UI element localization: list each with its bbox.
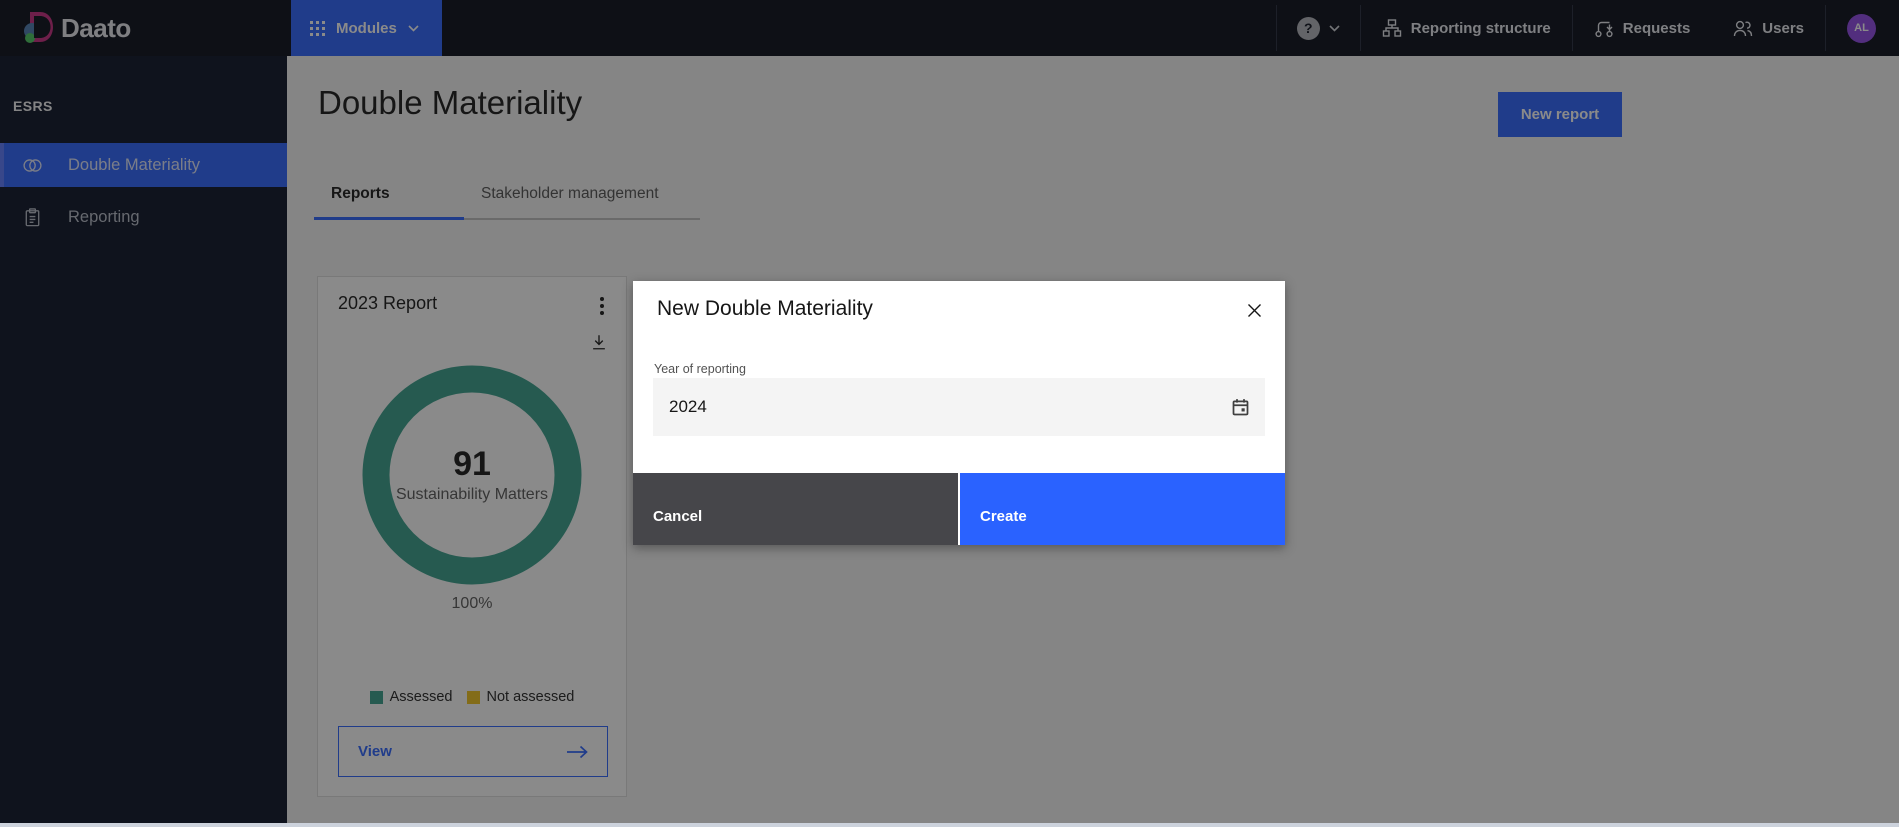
create-button[interactable]: Create: [960, 473, 1285, 545]
modal-footer: Cancel Create: [633, 473, 1285, 545]
close-icon[interactable]: [1237, 293, 1271, 327]
cancel-button[interactable]: Cancel: [633, 473, 958, 545]
year-of-reporting-input[interactable]: [653, 397, 1216, 417]
modal-title: New Double Materiality: [657, 297, 873, 320]
new-double-materiality-modal: New Double Materiality Year of reporting…: [633, 281, 1285, 545]
year-of-reporting-label: Year of reporting: [654, 362, 746, 376]
year-input-wrap: [653, 378, 1265, 436]
calendar-icon[interactable]: [1216, 396, 1265, 418]
horizontal-scrollbar-track[interactable]: [0, 823, 1899, 827]
